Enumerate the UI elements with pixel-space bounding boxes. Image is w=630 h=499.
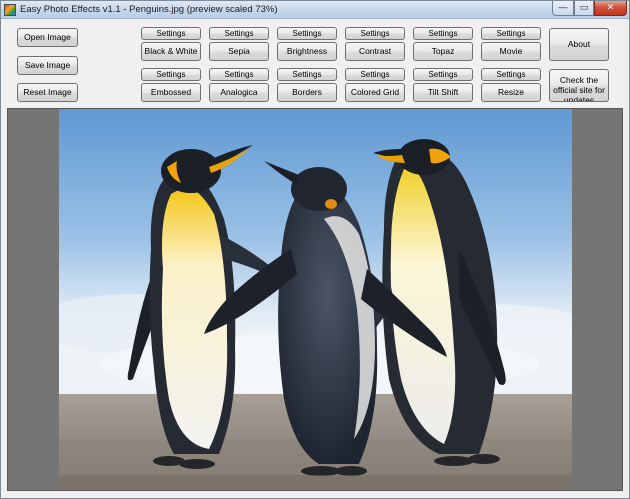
resize-button[interactable]: Resize (481, 83, 541, 102)
tilt-shift-settings-button[interactable]: Settings (413, 68, 473, 81)
open-image-button[interactable]: Open Image (17, 28, 78, 47)
topaz-settings-button[interactable]: Settings (413, 27, 473, 40)
photo-effects-app-icon[interactable] (4, 4, 16, 16)
contrast-button[interactable]: Contrast (345, 42, 405, 61)
minimize-icon[interactable]: — (552, 1, 574, 16)
contrast-settings-button[interactable]: Settings (345, 27, 405, 40)
movie-settings-button[interactable]: Settings (481, 27, 541, 40)
maximize-icon[interactable]: ▭ (574, 1, 594, 16)
analogica-button[interactable]: Analogica (209, 83, 269, 102)
tilt-shift-button[interactable]: Tilt Shift (413, 83, 473, 102)
brightness-settings-button[interactable]: Settings (277, 27, 337, 40)
official-site-button[interactable]: Check the official site for updates (549, 69, 609, 102)
title-bar[interactable]: Easy Photo Effects v1.1 - Penguins.jpg (… (1, 1, 629, 19)
resize-settings-button[interactable]: Settings (481, 68, 541, 81)
app-window: Easy Photo Effects v1.1 - Penguins.jpg (… (0, 0, 630, 499)
black-white-settings-button[interactable]: Settings (141, 27, 201, 40)
reset-image-button[interactable]: Reset Image (17, 83, 78, 102)
close-icon[interactable]: ✕ (594, 1, 627, 16)
borders-settings-button[interactable]: Settings (277, 68, 337, 81)
save-image-button[interactable]: Save Image (17, 56, 78, 75)
sepia-settings-button[interactable]: Settings (209, 27, 269, 40)
movie-button[interactable]: Movie (481, 42, 541, 61)
preview-area (7, 108, 623, 491)
colored-grid-button[interactable]: Colored Grid (345, 83, 405, 102)
analogica-settings-button[interactable]: Settings (209, 68, 269, 81)
borders-button[interactable]: Borders (277, 83, 337, 102)
colored-grid-settings-button[interactable]: Settings (345, 68, 405, 81)
embossed-button[interactable]: Embossed (141, 83, 201, 102)
about-button[interactable]: About (549, 28, 609, 61)
penguins-photo (59, 109, 572, 490)
embossed-settings-button[interactable]: Settings (141, 68, 201, 81)
window-title: Easy Photo Effects v1.1 - Penguins.jpg (… (20, 4, 278, 15)
black-white-button[interactable]: Black & White (141, 42, 201, 61)
topaz-button[interactable]: Topaz (413, 42, 473, 61)
preview-image (59, 109, 572, 490)
sepia-button[interactable]: Sepia (209, 42, 269, 61)
brightness-button[interactable]: Brightness (277, 42, 337, 61)
